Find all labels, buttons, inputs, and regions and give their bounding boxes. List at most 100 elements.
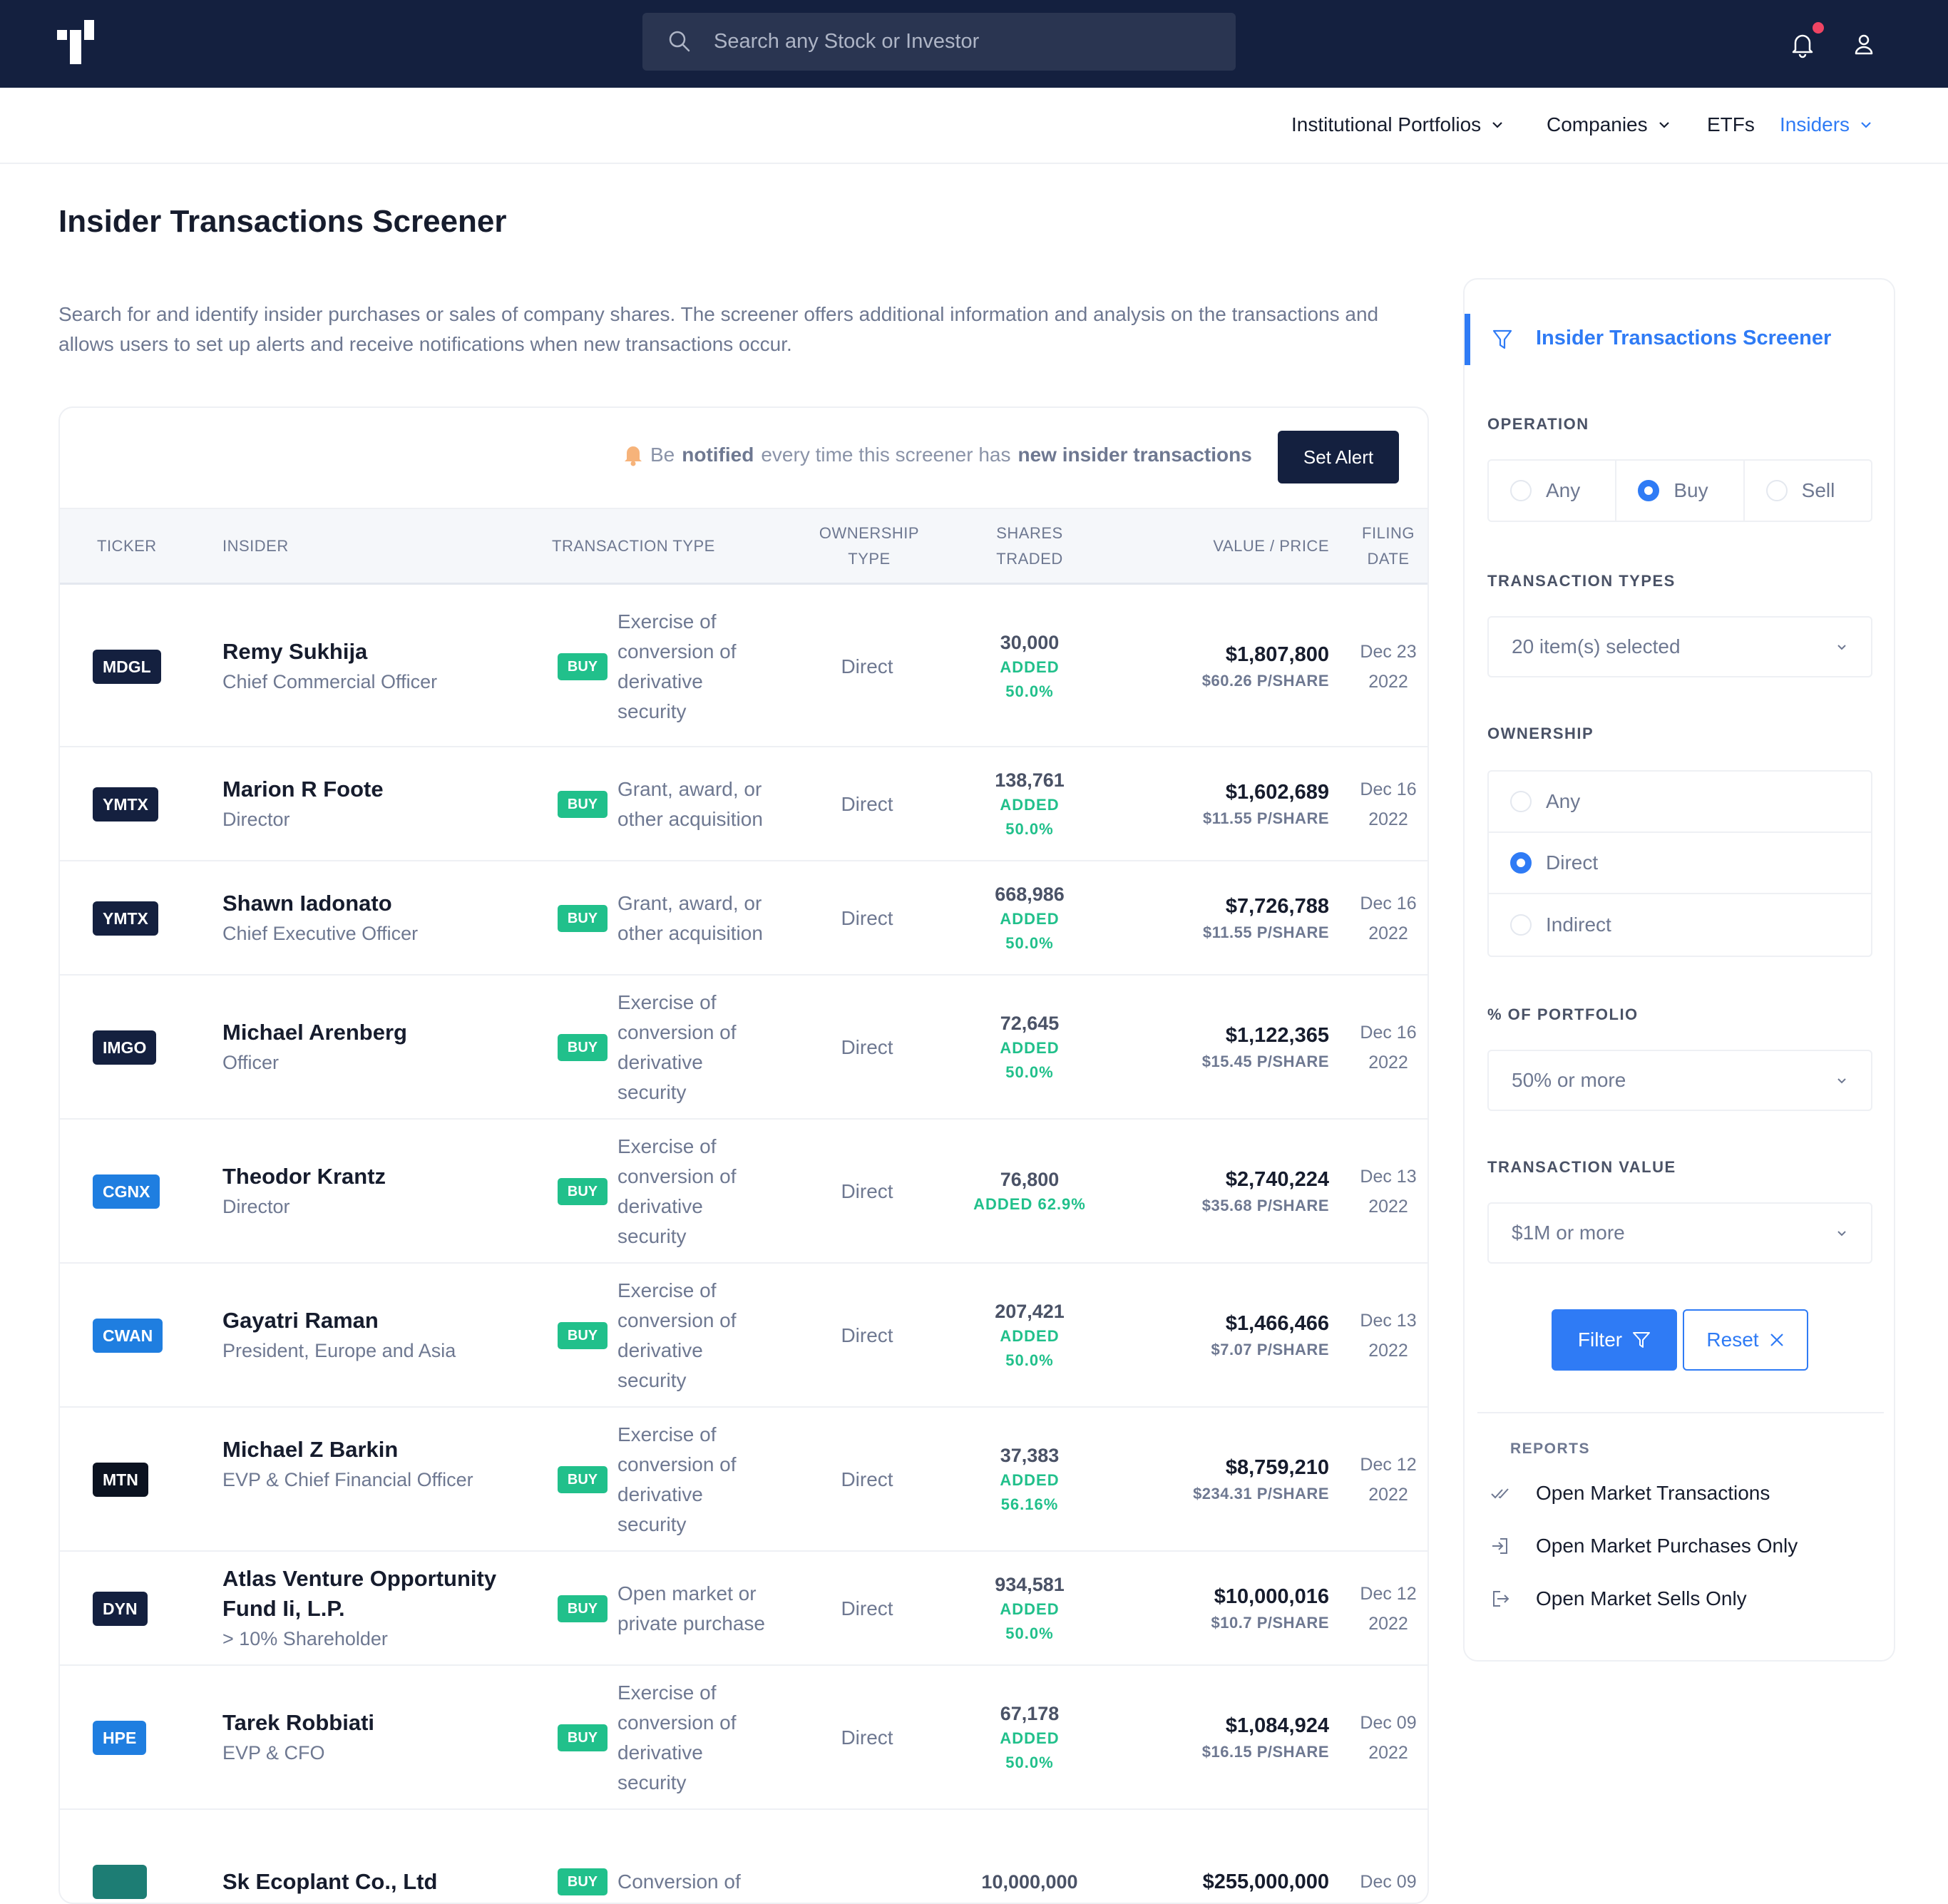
table-row[interactable]: YMTX Marion R Foote Director BUY Grant, awar… [60, 747, 1427, 861]
table-row[interactable]: HPE Tarek Robbiati EVP & CFO BUY Exercise of… [60, 1666, 1427, 1810]
insider-name[interactable]: Tarek Robbiati [222, 1708, 508, 1738]
filing-date: Dec 13 2022 [1343, 1162, 1427, 1222]
insider-name[interactable]: Marion R Foote [222, 774, 508, 804]
nav-etfs[interactable]: ETFs [1707, 113, 1755, 136]
bell-icon[interactable] [1788, 30, 1817, 58]
table-row[interactable]: CGNX Theodor Krantz Director BUY Exercise of… [60, 1120, 1427, 1264]
th-line: FILING [1362, 524, 1415, 542]
filing-date: Dec 16 2022 [1343, 1018, 1427, 1078]
table-row[interactable]: YMTX Shawn Iadonato Chief Executive Office… [60, 861, 1427, 976]
sidebar-title[interactable]: Insider Transactions Screener [1536, 327, 1831, 350]
buy-badge: BUY [558, 1595, 608, 1622]
transaction-type: Exercise of conversion of derivative sec… [617, 610, 737, 722]
filing-date-year: 2022 [1368, 809, 1408, 829]
filing-date-year: 2022 [1368, 923, 1408, 943]
report-open-market-sells[interactable]: Open Market Sells Only [1490, 1587, 1747, 1610]
user-icon[interactable] [1852, 33, 1875, 56]
nav-institutional-portfolios[interactable]: Institutional Portfolios [1291, 113, 1504, 136]
ticker-badge[interactable]: CWAN [93, 1319, 163, 1353]
ticker-badge[interactable]: MDGL [93, 650, 161, 684]
reset-button[interactable]: Reset [1683, 1309, 1808, 1371]
option-label: Any [1546, 790, 1581, 812]
ticker-badge[interactable]: IMGO [93, 1030, 157, 1065]
insider-name[interactable]: Gayatri Raman [222, 1306, 508, 1336]
buy-badge: BUY [558, 1322, 608, 1349]
table-row[interactable]: DYN Atlas Venture Opportunity Fund Ii, L.… [60, 1552, 1427, 1666]
price-per-share: $11.55 P/SHARE [1203, 809, 1329, 827]
portfolio-select[interactable]: 50% or more [1487, 1050, 1872, 1111]
transaction-value: $2,740,224 [1225, 1168, 1329, 1191]
th-ticker[interactable]: TICKER [97, 533, 157, 559]
th-value-price[interactable]: VALUE / PRICE [1158, 533, 1329, 559]
transaction-value-label: TRANSACTION VALUE [1487, 1158, 1676, 1176]
filing-date-day: Dec 13 [1360, 1167, 1417, 1187]
insider-name[interactable]: Michael Z Barkin [222, 1435, 508, 1465]
th-insider[interactable]: INSIDER [222, 533, 289, 559]
transaction-value-select[interactable]: $1M or more [1487, 1202, 1872, 1264]
ownership-indirect[interactable]: Indirect [1489, 894, 1871, 956]
ticker-badge[interactable]: YMTX [93, 901, 158, 936]
th-shares-traded[interactable]: SHARES TRADED [958, 521, 1101, 572]
buy-badge: BUY [558, 1724, 608, 1751]
buy-badge: BUY [558, 653, 608, 680]
ticker-badge[interactable] [93, 1865, 147, 1899]
table-row[interactable]: CWAN Gayatri Raman President, Europe and A… [60, 1264, 1427, 1408]
insider-name[interactable]: Theodor Krantz [222, 1162, 508, 1192]
filing-date: Dec 09 [1343, 1867, 1427, 1897]
ticker-badge[interactable]: DYN [93, 1592, 148, 1626]
table-row[interactable]: Sk Ecoplant Co., Ltd BUY Conversion of 10,0… [60, 1810, 1427, 1903]
th-filing-date[interactable]: FILING DATE [1343, 521, 1427, 572]
table-row[interactable]: IMGO Michael Arenberg Officer BUY Exercise o… [60, 976, 1427, 1120]
transaction-types-select[interactable]: 20 item(s) selected [1487, 616, 1872, 677]
operation-label: OPERATION [1487, 415, 1589, 433]
nav-companies[interactable]: Companies [1547, 113, 1671, 136]
nav-insiders[interactable]: Insiders [1780, 113, 1872, 136]
ticker-badge[interactable]: HPE [93, 1721, 147, 1755]
insider-name[interactable]: Michael Arenberg [222, 1018, 508, 1048]
insider-title: Chief Commercial Officer [222, 671, 438, 692]
table-header: TICKER INSIDER TRANSACTION TYPE OWNERSHI… [60, 508, 1427, 585]
ownership-type: Direct [841, 1036, 893, 1058]
operation-buy[interactable]: Buy [1616, 461, 1745, 521]
filing-date: Dec 09 2022 [1343, 1708, 1427, 1768]
value-price: $1,122,365 $15.45 P/SHARE [1087, 1021, 1329, 1074]
th-line: DATE [1367, 550, 1410, 568]
filing-date: Dec 13 2022 [1343, 1306, 1427, 1366]
search-box[interactable] [642, 13, 1236, 71]
logo-icon[interactable] [57, 20, 94, 64]
insider-name[interactable]: Atlas Venture Opportunity Fund Ii, L.P. [222, 1564, 508, 1624]
alert-message: Be notified every time this screener has… [623, 444, 1252, 466]
ticker-badge[interactable]: YMTX [93, 787, 158, 822]
table-row[interactable]: MDGL Remy Sukhija Chief Commercial Officer… [60, 586, 1427, 747]
transaction-value: $1,602,689 [1225, 781, 1329, 804]
operation-sell[interactable]: Sell [1745, 461, 1871, 521]
operation-segmented: Any Buy Sell [1487, 459, 1872, 522]
ticker-badge[interactable]: CGNX [93, 1174, 160, 1209]
nav-label: ETFs [1707, 113, 1755, 135]
value-price: $1,466,466 $7.07 P/SHARE [1087, 1309, 1329, 1362]
alert-text-4: new insider transactions [1017, 444, 1252, 466]
double-check-icon [1491, 1488, 1509, 1499]
search-input[interactable] [714, 13, 1213, 71]
insider-name[interactable]: Remy Sukhija [222, 637, 508, 667]
price-per-share: $234.31 P/SHARE [1193, 1485, 1329, 1503]
ticker-badge[interactable]: MTN [93, 1463, 148, 1497]
report-open-market-transactions[interactable]: Open Market Transactions [1490, 1482, 1770, 1505]
radio-icon [1510, 480, 1532, 501]
insider-name[interactable]: Sk Ecoplant Co., Ltd [222, 1867, 508, 1897]
nav-label: Institutional Portfolios [1291, 113, 1482, 135]
filing-date-day: Dec 12 [1360, 1455, 1417, 1475]
report-open-market-purchases[interactable]: Open Market Purchases Only [1490, 1535, 1798, 1557]
ownership-direct[interactable]: Direct [1489, 833, 1871, 894]
sign-in-icon [1492, 1538, 1507, 1554]
th-transaction-type[interactable]: TRANSACTION TYPE [552, 533, 715, 559]
th-ownership-type[interactable]: OWNERSHIP TYPE [780, 521, 958, 572]
table-row[interactable]: MTN Michael Z Barkin EVP & Chief Financial… [60, 1408, 1427, 1552]
ownership-any[interactable]: Any [1489, 772, 1871, 833]
filter-button[interactable]: Filter [1552, 1309, 1677, 1371]
chevron-down-icon [1837, 645, 1846, 650]
operation-any[interactable]: Any [1489, 461, 1617, 521]
report-label: Open Market Purchases Only [1536, 1535, 1798, 1557]
set-alert-button[interactable]: Set Alert [1278, 431, 1399, 483]
insider-name[interactable]: Shawn Iadonato [222, 889, 508, 918]
